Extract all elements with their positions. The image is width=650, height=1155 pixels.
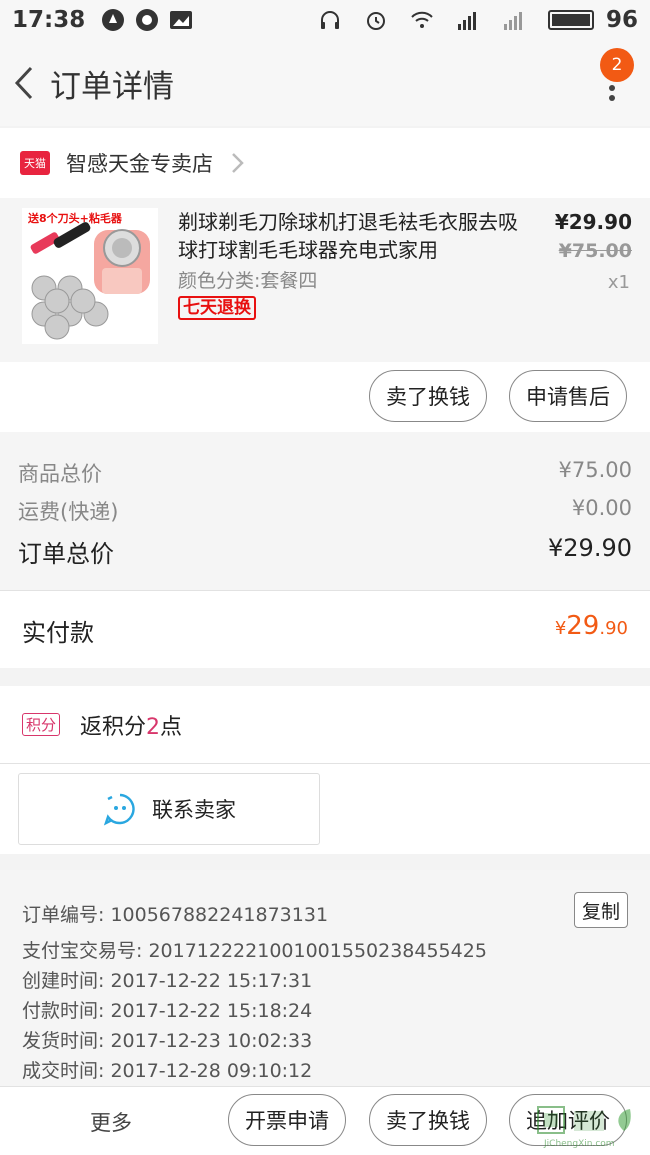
order-total-value: ¥29.90 [548, 534, 632, 562]
battery-icon [547, 10, 594, 30]
amount-paid-row: 实付款 ¥29.90 [0, 590, 650, 668]
product-sku: 颜色分类:套餐四 [178, 270, 318, 292]
alipay-number: 支付宝交易号: 2017122221001001550238455425 [22, 940, 487, 962]
after-sale-button[interactable]: 申请售后 [509, 370, 627, 422]
tmall-logo-icon: 天猫 [20, 151, 50, 175]
amount-paid-value: ¥29.90 [555, 611, 628, 641]
watermark-logo-icon [537, 1106, 631, 1134]
back-button[interactable] [4, 40, 44, 126]
status-bar: 17:38 96 [0, 0, 650, 40]
return-policy-tag: 七天退换 [178, 296, 256, 320]
page-title: 订单详情 [50, 68, 174, 105]
shop-row[interactable]: 天猫 智感天金专卖店 [0, 128, 650, 198]
status-time: 17:38 [12, 7, 86, 33]
amount-paid-label: 实付款 [22, 619, 94, 647]
sell-exchange-bottom-button[interactable]: 卖了换钱 [369, 1094, 487, 1146]
wifi-icon [411, 11, 433, 28]
shipped-time: 发货时间: 2017-12-23 10:02:33 [22, 1030, 313, 1052]
sell-exchange-button[interactable]: 卖了换钱 [369, 370, 487, 422]
bottom-action-bar: 更多 开票申请 卖了换钱 追加评价 JiChengXin.com [0, 1086, 650, 1155]
site-watermark: JiChengXin.com [534, 1103, 646, 1149]
completed-time: 成交时间: 2017-12-28 09:10:12 [22, 1060, 313, 1082]
shop-name: 智感天金专卖店 [66, 152, 213, 176]
product-quantity: x1 [607, 272, 630, 293]
contact-seller-label: 联系卖家 [152, 798, 236, 822]
signal-3g-icon [503, 12, 522, 30]
copy-button[interactable]: 复制 [574, 892, 628, 928]
order-total-row: 订单总价 ¥29.90 [18, 534, 632, 569]
points-tag: 积分 [22, 713, 61, 736]
amount-paid-integer: 29 [566, 611, 600, 641]
shipping-row: 运费(快递) ¥0.00 [18, 496, 632, 526]
shipping-label: 运费(快递) [18, 500, 119, 524]
points-suffix: 点 [160, 714, 183, 740]
alarm-icon [366, 12, 385, 30]
app-notification-icon [102, 9, 125, 31]
product-original-price: ¥75.00 [558, 240, 632, 262]
browser-notification-icon [136, 9, 159, 31]
chevron-left-icon [14, 66, 33, 100]
nav-bar: 订单详情 2 [0, 40, 650, 126]
product-row[interactable]: 送8个刀头+粘毛器 剃球剃毛刀除球机打退毛袪毛衣服去吸球打球割毛毛球器充电式家用… [0, 198, 650, 362]
product-title[interactable]: 剃球剃毛刀除球机打退毛袪毛衣服去吸球打球割毛毛球器充电式家用 [178, 208, 518, 264]
goods-total-value: ¥75.00 [558, 458, 632, 482]
goods-total-label: 商品总价 [18, 462, 102, 486]
headset-icon [320, 11, 339, 29]
created-time: 创建时间: 2017-12-22 15:17:31 [22, 970, 313, 992]
contact-seller-button[interactable]: 联系卖家 [18, 773, 320, 845]
price-summary: 商品总价 ¥75.00 运费(快递) ¥0.00 订单总价 ¥29.90 [0, 432, 650, 590]
order-total-label: 订单总价 [18, 540, 114, 568]
paid-time: 付款时间: 2017-12-22 15:18:24 [22, 1000, 313, 1022]
battery-level: 96 [605, 7, 638, 33]
shipping-value: ¥0.00 [571, 496, 632, 520]
order-info: 订单编号: 100567882241873131 复制 支付宝交易号: 2017… [0, 870, 650, 1086]
order-number: 订单编号: 100567882241873131 [22, 904, 329, 926]
points-text: 返积分2点 [80, 709, 182, 741]
points-row: 积分 返积分2点 [0, 686, 650, 764]
invoice-request-button[interactable]: 开票申请 [228, 1094, 346, 1146]
lint-remover-illustration [30, 222, 150, 340]
amount-paid-currency: ¥ [554, 618, 567, 639]
product-price: ¥29.90 [554, 210, 632, 234]
more-button[interactable]: 更多 [90, 1107, 132, 1137]
product-image[interactable]: 送8个刀头+粘毛器 [22, 208, 158, 344]
amount-paid-decimal: .90 [599, 618, 628, 639]
notification-badge: 2 [600, 48, 634, 82]
product-image-banner: 送8个刀头+粘毛器 [28, 212, 122, 225]
points-prefix: 返积分 [80, 714, 147, 740]
chat-bubble-icon [103, 793, 135, 826]
image-notification-icon [170, 11, 193, 29]
signal-icon [457, 12, 476, 30]
goods-total-row: 商品总价 ¥75.00 [18, 458, 632, 488]
points-number: 2 [146, 714, 161, 740]
contact-area: 联系卖家 [0, 764, 650, 854]
watermark-url: JiChengXin.com [544, 1139, 615, 1149]
chevron-right-icon [232, 153, 244, 173]
order-item-card: 天猫 智感天金专卖店 送8个刀头+粘毛器 剃球剃毛刀除球机打退毛袪毛衣服去吸球打… [0, 128, 650, 432]
